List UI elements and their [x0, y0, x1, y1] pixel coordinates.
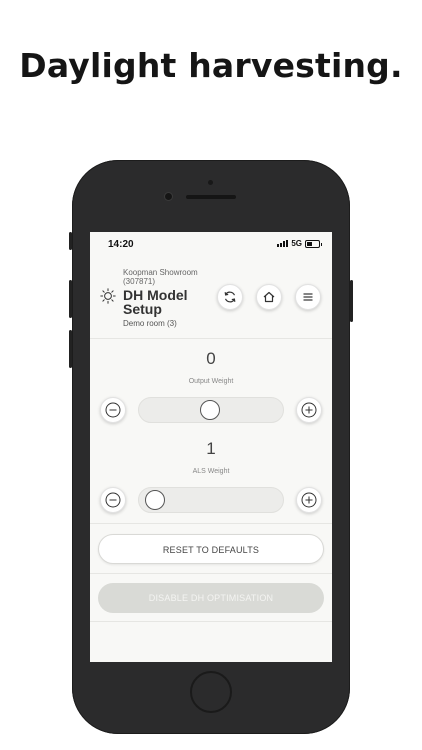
refresh-button[interactable]	[217, 284, 243, 310]
mute-switch	[69, 232, 72, 250]
als-weight-slider-thumb[interactable]	[145, 490, 165, 510]
location-line-1: Koopman Showroom	[123, 268, 198, 277]
reset-defaults-button[interactable]: RESET TO DEFAULTS	[98, 534, 324, 564]
output-weight-increase-button[interactable]	[296, 397, 322, 423]
output-weight-label: Output Weight	[188, 378, 234, 385]
home-button[interactable]	[256, 284, 282, 310]
divider	[90, 573, 332, 574]
sensor	[208, 180, 213, 185]
plus-icon	[301, 492, 317, 508]
page-title: DH Model Setup	[123, 287, 188, 317]
location-line-2: (307871)	[123, 277, 156, 286]
output-weight-decrease-button[interactable]	[100, 397, 126, 423]
headline: Daylight harvesting.	[19, 46, 403, 85]
location-name: Koopman Showroom (307871)	[123, 268, 198, 286]
phone-frame: 14:20 5G Koopman Showroom (307871) DH Mo…	[69, 160, 353, 734]
home-icon	[263, 291, 275, 303]
sun-icon	[100, 288, 116, 304]
volume-down-button	[69, 330, 72, 368]
minus-icon	[105, 402, 121, 418]
room-name: Demo room (3)	[123, 319, 177, 328]
als-weight-increase-button[interactable]	[296, 487, 322, 513]
disable-dh-optimisation-button[interactable]: DISABLE DH OPTIMISATION	[98, 583, 324, 613]
als-weight-decrease-button[interactable]	[100, 487, 126, 513]
plus-icon	[301, 402, 317, 418]
volume-up-button	[69, 280, 72, 318]
output-weight-slider-thumb[interactable]	[200, 400, 220, 420]
als-weight-value: 1	[206, 439, 216, 458]
output-weight-slider[interactable]	[138, 397, 284, 423]
earpiece-speaker	[186, 195, 236, 199]
als-weight-label: ALS Weight	[192, 468, 230, 475]
menu-icon	[303, 293, 313, 301]
divider	[90, 621, 332, 622]
refresh-icon	[224, 291, 236, 303]
minus-icon	[105, 492, 121, 508]
app-screen: 14:20 5G Koopman Showroom (307871) DH Mo…	[90, 232, 332, 662]
phone-home-button	[190, 671, 232, 713]
menu-button[interactable]	[295, 284, 321, 310]
front-camera	[165, 193, 172, 200]
divider	[90, 523, 332, 524]
als-weight-slider[interactable]	[138, 487, 284, 513]
power-button	[350, 280, 353, 322]
output-weight-value: 0	[206, 349, 216, 368]
